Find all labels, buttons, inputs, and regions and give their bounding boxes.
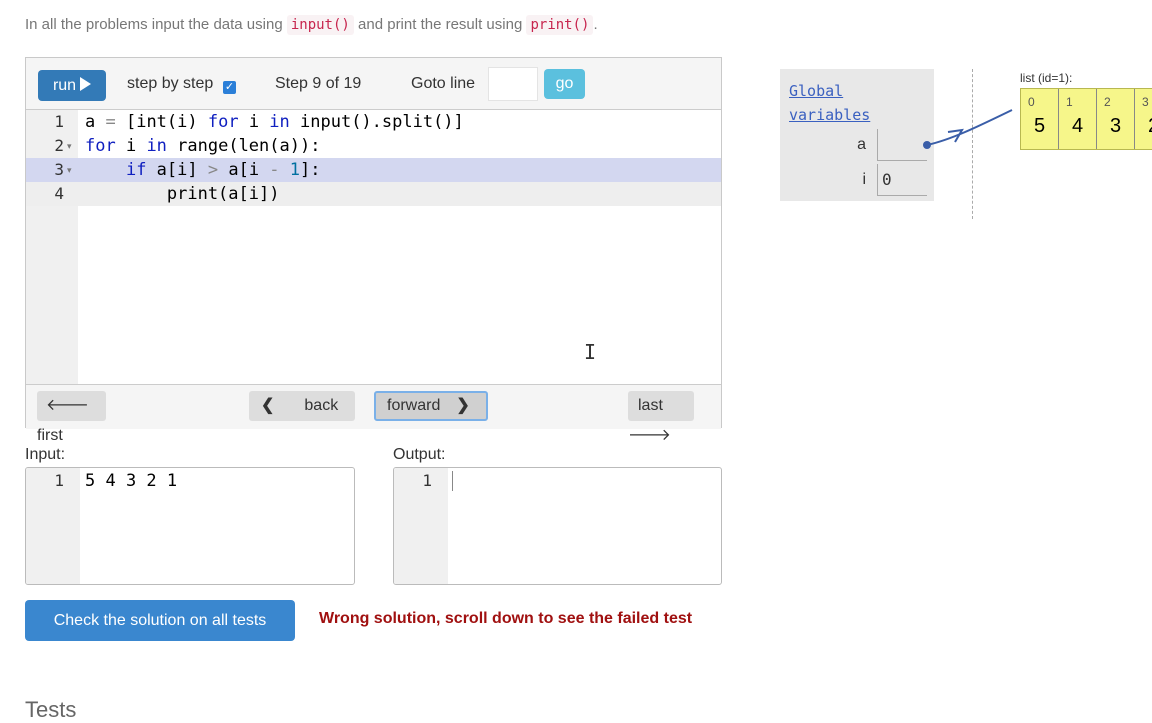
pointer-arrow — [923, 109, 1013, 149]
pointer-line — [926, 109, 1013, 146]
list-cell: 05 — [1021, 89, 1059, 149]
text-cursor-icon: I — [584, 340, 597, 364]
list-object: 05 14 23 32 — [1020, 88, 1152, 150]
list-cell: 14 — [1059, 89, 1097, 149]
list-cell: 23 — [1097, 89, 1135, 149]
list-label: list (id=1): — [1020, 71, 1073, 85]
list-cell: 32 — [1135, 89, 1152, 149]
